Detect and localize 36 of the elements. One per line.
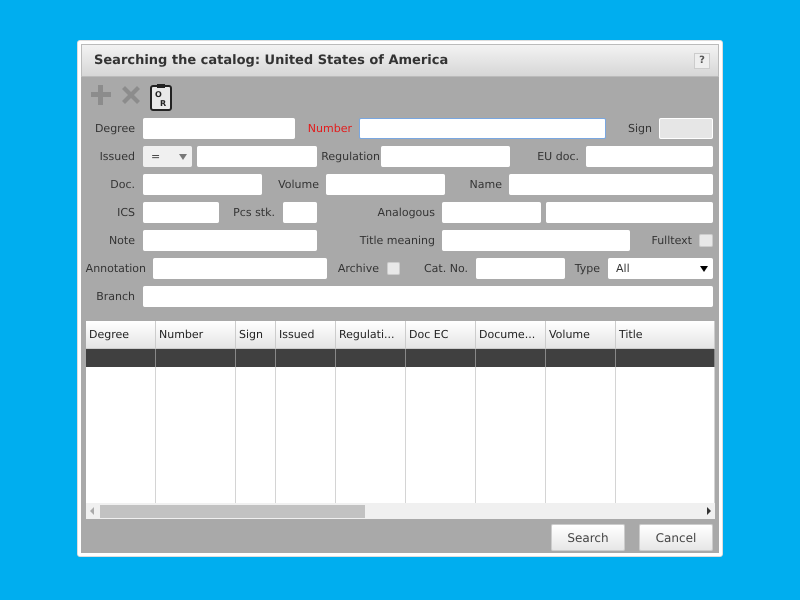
window-title: Searching the catalog: United States of America bbox=[94, 53, 448, 68]
clipboard-icon[interactable]: O R bbox=[149, 83, 173, 111]
cancel-button[interactable]: Cancel bbox=[639, 524, 713, 551]
field-label: Branch bbox=[95, 290, 135, 303]
column-header[interactable]: Volume bbox=[546, 321, 616, 348]
column-header[interactable]: Number bbox=[156, 321, 236, 348]
field-label: Type bbox=[574, 262, 600, 275]
column-header[interactable]: Degree bbox=[86, 321, 156, 348]
field-label: Archive bbox=[336, 262, 379, 275]
field-label: Degree bbox=[94, 122, 135, 135]
field-label: EU doc. bbox=[536, 150, 579, 163]
column-header[interactable]: Title bbox=[616, 321, 715, 348]
column-header[interactable]: Issued bbox=[276, 321, 336, 348]
field-label: Sign bbox=[627, 122, 652, 135]
field-label: Doc. bbox=[109, 178, 135, 191]
field-label: Pcs stk. bbox=[232, 206, 275, 219]
dropdown[interactable]: All bbox=[608, 258, 713, 279]
field-label: Analogous bbox=[376, 206, 435, 219]
field-label: Fulltext bbox=[650, 234, 692, 247]
field-label: ICS bbox=[116, 206, 135, 219]
help-button[interactable]: ? bbox=[694, 52, 710, 68]
field-label: Name bbox=[468, 178, 502, 191]
column-header[interactable]: Regulati... bbox=[336, 321, 406, 348]
field-label: Regulation bbox=[320, 150, 380, 163]
field-label: Number bbox=[306, 122, 352, 135]
column-header[interactable]: Doc EC bbox=[406, 321, 476, 348]
field-label: Annotation bbox=[84, 262, 146, 275]
dropdown[interactable]: = bbox=[143, 146, 192, 167]
field-label: Issued bbox=[98, 150, 135, 163]
search-button[interactable]: Search bbox=[551, 524, 625, 551]
column-header[interactable]: Sign bbox=[236, 321, 276, 348]
field-label: Note bbox=[108, 234, 135, 247]
field-label: Volume bbox=[277, 178, 319, 191]
field-label: Cat. No. bbox=[423, 262, 468, 275]
field-label: Title meaning bbox=[358, 234, 435, 247]
column-header[interactable]: Docume... bbox=[476, 321, 546, 348]
